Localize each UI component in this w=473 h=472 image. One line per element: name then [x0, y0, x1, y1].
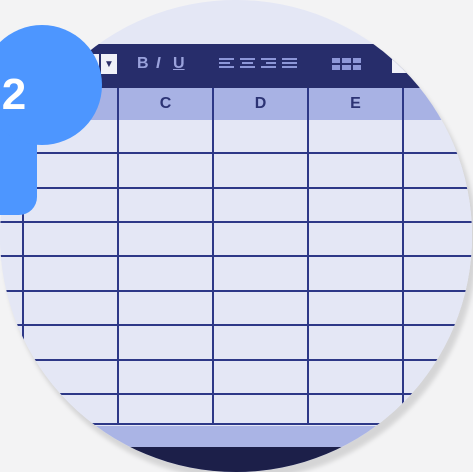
grid-cell[interactable] — [214, 361, 309, 395]
grid-cell[interactable] — [214, 395, 309, 425]
grid-cell[interactable] — [214, 223, 309, 257]
step-number: 2 — [1, 70, 27, 119]
column-header-d[interactable]: D — [214, 88, 309, 120]
column-header-c[interactable]: C — [119, 88, 214, 120]
grid-cell[interactable] — [309, 257, 404, 292]
grid-cell[interactable] — [214, 120, 309, 154]
sheet-footer-strip — [0, 447, 472, 472]
grid-cell[interactable] — [404, 257, 472, 292]
caret-down-icon: ▼ — [104, 58, 114, 70]
column-header-f[interactable] — [404, 88, 472, 120]
align-justify-icon[interactable] — [282, 58, 297, 70]
font-size-dropdown-button[interactable]: ▼ — [101, 54, 117, 74]
italic-button[interactable]: I — [156, 54, 160, 74]
grid-cell[interactable] — [24, 292, 119, 326]
grid-cell[interactable] — [119, 395, 214, 425]
grid-cell[interactable] — [24, 257, 119, 292]
grid-cell[interactable] — [214, 326, 309, 361]
grid-cell[interactable] — [404, 395, 472, 425]
align-left-icon[interactable] — [219, 58, 234, 70]
grid-cell[interactable] — [404, 154, 472, 189]
grid-cell[interactable] — [24, 223, 119, 257]
grid-cell[interactable] — [309, 292, 404, 326]
grid-cell[interactable] — [24, 154, 119, 189]
grid-cell[interactable] — [119, 257, 214, 292]
grid-cell[interactable] — [214, 154, 309, 189]
grid-cell[interactable] — [214, 292, 309, 326]
grid-cell[interactable] — [214, 189, 309, 223]
zoomed-spreadsheet-illustration: 10 ▼ B I U B C D — [0, 0, 473, 472]
grid-cell[interactable] — [404, 326, 472, 361]
grid-cell[interactable] — [309, 223, 404, 257]
grid-cell[interactable] — [309, 189, 404, 223]
grid-cell[interactable] — [24, 395, 119, 425]
bold-button[interactable]: B — [137, 54, 149, 74]
grid-cell[interactable] — [0, 326, 24, 361]
grid-cell[interactable] — [119, 189, 214, 223]
grid-cell[interactable] — [404, 223, 472, 257]
grid-cell[interactable] — [119, 154, 214, 189]
grid-cell[interactable] — [24, 189, 119, 223]
grid-cell[interactable] — [214, 257, 309, 292]
column-header-e[interactable]: E — [309, 88, 404, 120]
grid-cell[interactable] — [404, 361, 472, 395]
grid-cell[interactable] — [0, 257, 24, 292]
grid-cell[interactable] — [119, 223, 214, 257]
grid-cell[interactable] — [0, 361, 24, 395]
grid-cell[interactable] — [309, 326, 404, 361]
grid-cell[interactable] — [119, 326, 214, 361]
grid-cell[interactable] — [119, 361, 214, 395]
align-right-icon[interactable] — [261, 58, 276, 70]
grid-cell[interactable] — [119, 120, 214, 154]
grid-cell[interactable] — [0, 223, 24, 257]
grid-cell[interactable] — [309, 361, 404, 395]
grid-cell[interactable] — [0, 395, 24, 425]
toolbar-control[interactable] — [392, 55, 452, 73]
grid-cell[interactable] — [309, 395, 404, 425]
grid-cell[interactable] — [404, 120, 472, 154]
grid-cell[interactable] — [309, 120, 404, 154]
grid-cell[interactable] — [119, 292, 214, 326]
underline-button[interactable]: U — [173, 54, 185, 74]
align-center-icon[interactable] — [240, 58, 255, 70]
grid-cell[interactable] — [404, 189, 472, 223]
cell-grid — [0, 120, 472, 425]
grid-cell[interactable] — [404, 292, 472, 326]
grid-cell[interactable] — [309, 154, 404, 189]
grid-cell[interactable] — [24, 361, 119, 395]
merge-cells-icon[interactable] — [332, 58, 361, 70]
grid-cell[interactable] — [24, 326, 119, 361]
grid-cell[interactable] — [0, 292, 24, 326]
